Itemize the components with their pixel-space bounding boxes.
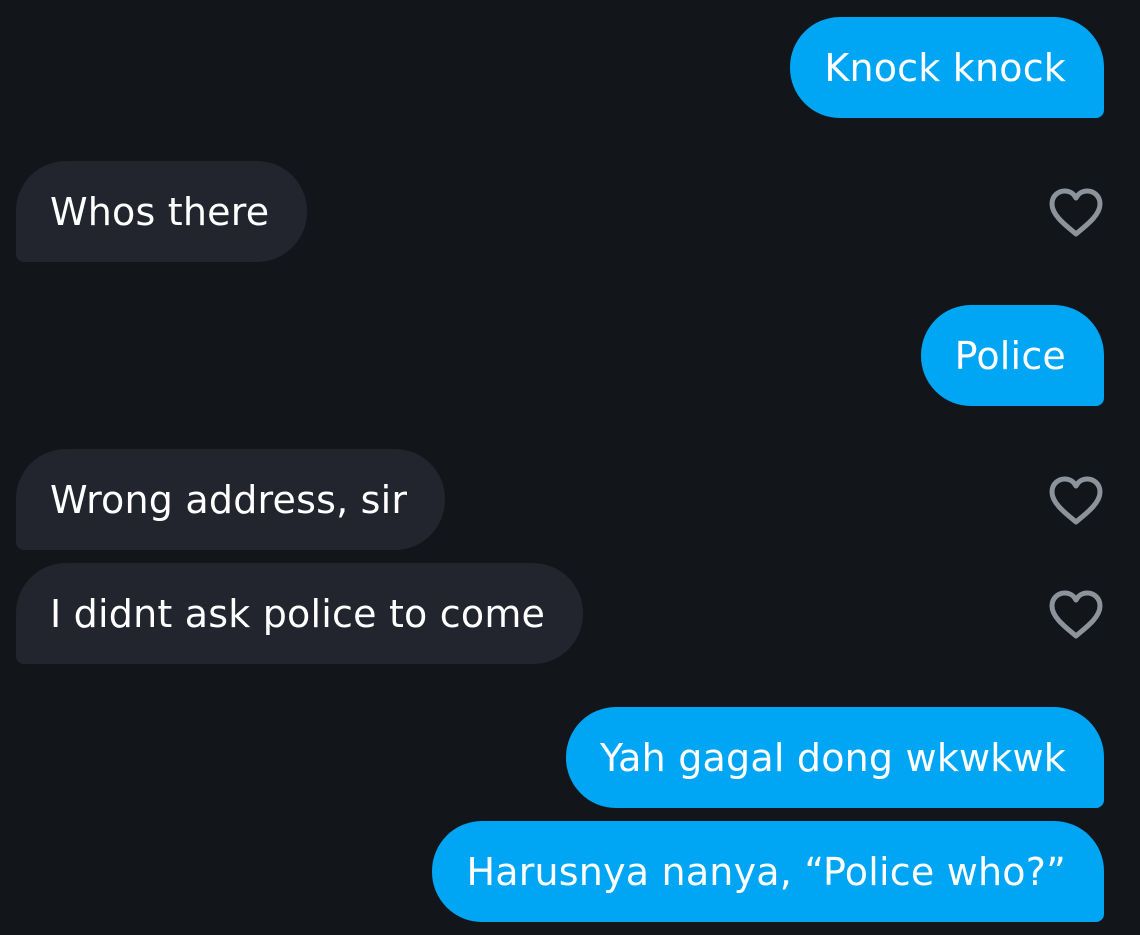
message-bubble-received[interactable]: I didnt ask police to come: [16, 563, 584, 664]
message-text: Wrong address, sir: [50, 477, 408, 522]
message-bubble-sent[interactable]: Police: [920, 305, 1104, 406]
like-heart-icon[interactable]: [1046, 588, 1106, 642]
message-bubble-received[interactable]: Wrong address, sir: [16, 449, 446, 550]
message-bubble-sent[interactable]: Yah gagal dong wkwkwk: [566, 707, 1104, 808]
like-heart-icon[interactable]: [1046, 186, 1106, 240]
message-text: Police: [954, 333, 1066, 378]
message-text: Knock knock: [824, 45, 1066, 90]
message-bubble-sent[interactable]: Harusnya nanya, “Police who?”: [432, 821, 1104, 922]
message-bubble-received[interactable]: Whos there: [16, 161, 308, 262]
like-heart-icon[interactable]: [1046, 474, 1106, 528]
message-text: Whos there: [50, 189, 270, 234]
message-text: I didnt ask police to come: [50, 591, 546, 636]
message-text: Yah gagal dong wkwkwk: [600, 735, 1066, 780]
message-text: Harusnya nanya, “Police who?”: [466, 849, 1066, 894]
message-bubble-sent[interactable]: Knock knock: [790, 17, 1104, 118]
